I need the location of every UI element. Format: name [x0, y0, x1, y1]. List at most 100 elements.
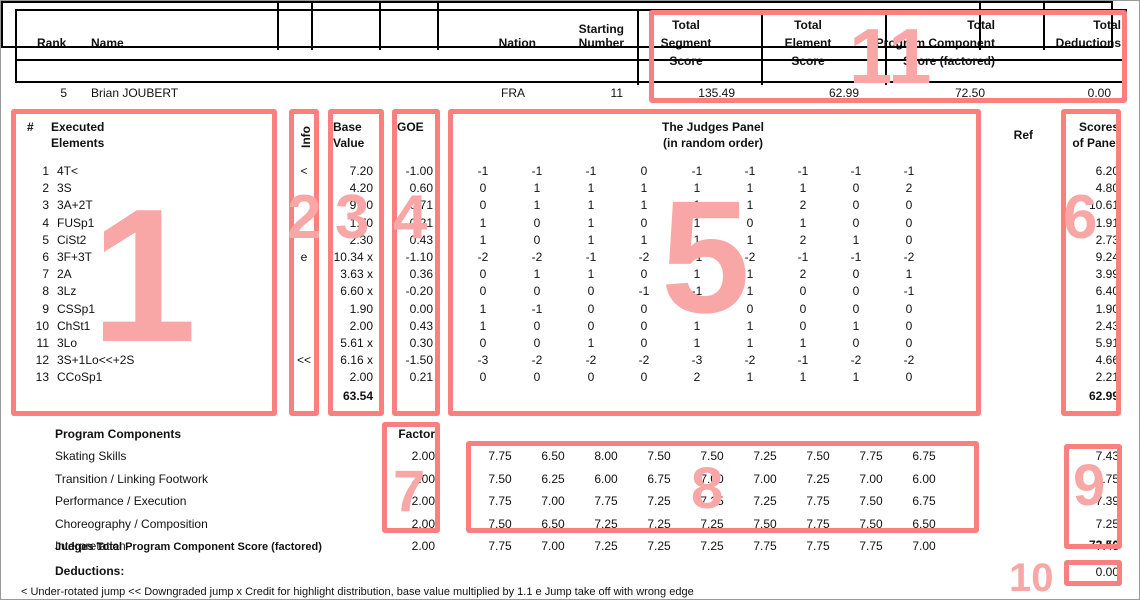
judge-score: 0 — [799, 301, 807, 316]
judge-score: 0 — [640, 267, 648, 282]
judge-score: 0 — [479, 370, 487, 385]
component-judge-score: 6.75 — [912, 494, 936, 509]
judge-score: 1 — [640, 198, 648, 213]
elements-header-scores-line2: of Panel — [1072, 136, 1119, 150]
judge-score: -1 — [903, 284, 915, 299]
component-judge-score: 6.50 — [541, 516, 565, 531]
element-name: 3A+2T — [57, 198, 93, 213]
component-judge-score: 7.50 — [488, 471, 512, 486]
elements-header-executed-line1: Executed — [51, 120, 105, 134]
judge-score: -1 — [691, 250, 703, 264]
judge-score: -1 — [638, 284, 650, 299]
element-number: 7 — [42, 267, 49, 282]
element-goe: -0.20 — [405, 284, 433, 299]
judge-score: -1 — [585, 164, 597, 178]
component-judge-score: 7.25 — [594, 516, 618, 531]
judge-score: -1 — [691, 284, 703, 299]
judge-score: 0 — [746, 215, 754, 230]
annotation-number-1: 1 — [91, 170, 197, 382]
judge-score: 0 — [852, 267, 860, 282]
element-base-value: 6.60 x — [340, 284, 373, 299]
judge-score: 1 — [746, 267, 754, 282]
judge-score: 1 — [587, 267, 595, 282]
judge-score: -2 — [903, 353, 915, 368]
judge-score: 0 — [905, 318, 913, 333]
judge-score: -2 — [744, 250, 756, 264]
judge-score: 2 — [799, 232, 807, 247]
component-judge-score: 6.50 — [541, 449, 565, 463]
component-judge-score: 7.75 — [488, 539, 512, 554]
judge-score: -2 — [638, 353, 650, 368]
element-panel-score: 1.91 — [1095, 215, 1119, 230]
header-total-segment-line3: Score — [669, 54, 703, 68]
component-judge-score: 7.00 — [859, 471, 883, 486]
judge-score: 0 — [587, 301, 595, 316]
component-judge-score: 7.50 — [700, 449, 724, 463]
component-judge-score: 6.00 — [594, 471, 618, 486]
judge-score: 1 — [533, 181, 541, 196]
element-name: 3F+3T — [57, 250, 93, 264]
judge-score: 1 — [799, 181, 807, 196]
elements-header-base-line1: Base — [333, 120, 362, 134]
judge-score: -2 — [531, 353, 543, 368]
judge-score: -3 — [477, 353, 489, 368]
judge-score: 0 — [693, 301, 701, 316]
judge-score: 2 — [799, 267, 807, 282]
component-judge-score: 7.25 — [753, 449, 777, 463]
judge-score: 1 — [533, 267, 541, 282]
judge-score: 0 — [746, 301, 754, 316]
judge-score: 2 — [693, 370, 701, 385]
judge-score: 0 — [852, 181, 860, 196]
judge-score: 1 — [693, 181, 701, 196]
element-base-value: 2.00 — [349, 370, 373, 385]
element-goe: -1.10 — [405, 250, 433, 264]
judge-score: 1 — [587, 198, 595, 213]
element-panel-score: 4.80 — [1095, 181, 1119, 196]
judge-score: 1 — [746, 284, 754, 299]
judge-score: 0 — [905, 370, 913, 385]
element-base-value: 3.63 x — [340, 267, 373, 282]
skater-total-component-score: 72.50 — [954, 86, 985, 100]
judge-score: -1 — [585, 250, 597, 264]
element-goe: 0.00 — [409, 301, 433, 316]
judge-score: 0 — [640, 336, 648, 350]
component-judge-score: 7.75 — [753, 539, 777, 554]
element-number: 5 — [42, 232, 49, 247]
component-judge-score: 7.75 — [859, 539, 883, 554]
element-goe: 0.60 — [409, 181, 433, 196]
element-panel-score: 9.24 — [1095, 250, 1119, 264]
judge-score: 1 — [693, 232, 701, 247]
judge-score: 1 — [479, 215, 487, 230]
component-judge-score: 7.25 — [700, 516, 724, 531]
component-panel-score: 6.75 — [1095, 471, 1119, 486]
judge-score: -2 — [850, 353, 862, 368]
component-judge-score: 7.75 — [859, 449, 883, 463]
judge-score: 1 — [852, 232, 860, 247]
component-judge-score: 7.50 — [647, 449, 671, 463]
judge-score: 1 — [746, 198, 754, 213]
judge-score: 1 — [587, 232, 595, 247]
judge-score: 0 — [479, 267, 487, 282]
factor-header: Factor — [398, 427, 435, 441]
skater-total-segment-score: 135.49 — [698, 86, 735, 100]
judge-score: 0 — [533, 318, 541, 333]
component-judge-score: 7.00 — [541, 539, 565, 554]
component-factor: 2.00 — [411, 494, 435, 509]
judge-score: 1 — [693, 318, 701, 333]
component-judge-score: 8.00 — [594, 449, 618, 463]
judge-score: 0 — [852, 336, 860, 350]
judge-score: 0 — [533, 215, 541, 230]
component-label: Choreography / Composition — [55, 516, 208, 531]
elements-header-info: Info — [299, 126, 313, 148]
judge-score: 1 — [799, 215, 807, 230]
component-factor: 2.00 — [411, 449, 435, 463]
element-number: 2 — [42, 181, 49, 196]
element-number: 8 — [42, 284, 49, 299]
element-panel-score: 1.90 — [1095, 301, 1119, 316]
judge-score: 0 — [640, 164, 648, 178]
element-goe: 0.21 — [409, 370, 433, 385]
component-judge-score: 6.25 — [541, 471, 565, 486]
judge-score: 1 — [746, 181, 754, 196]
judge-score: 1 — [533, 198, 541, 213]
component-factor: 2.00 — [411, 539, 435, 554]
